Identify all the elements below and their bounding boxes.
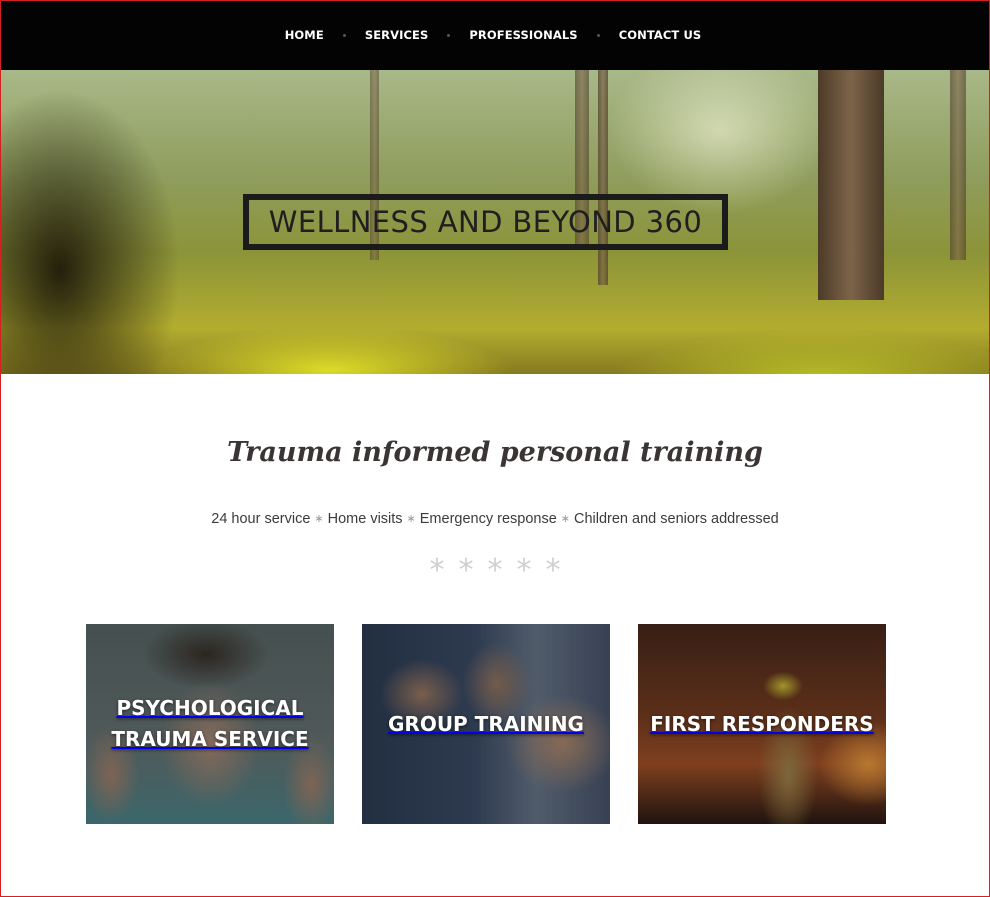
star-icon: * bbox=[429, 553, 445, 588]
hero-title-box: WELLNESS AND BEYOND 360 bbox=[243, 194, 728, 250]
service-card-psychological-trauma[interactable]: PSYCHOLOGICAL TRAUMA SERVICE bbox=[86, 624, 334, 824]
feature-item: Emergency response bbox=[419, 511, 557, 527]
nav-services[interactable]: SERVICES bbox=[365, 28, 429, 42]
feature-item: Children and seniors addressed bbox=[574, 511, 779, 527]
nav-professionals[interactable]: PROFESSIONALS bbox=[469, 28, 577, 42]
nav-home[interactable]: HOME bbox=[285, 28, 324, 42]
nav-separator-dot bbox=[447, 33, 451, 37]
star-icon: * bbox=[516, 553, 532, 588]
features-line: 24 hour service ∗ Home visits ∗ Emergency re… bbox=[0, 511, 990, 527]
star-icon: * bbox=[487, 553, 503, 588]
nav-menu: HOME SERVICES PROFESSIONALS CONTACT US bbox=[285, 28, 702, 42]
feature-item: 24 hour service bbox=[211, 511, 311, 527]
feature-separator: ∗ bbox=[406, 513, 416, 525]
feature-item: Home visits bbox=[327, 511, 403, 527]
card-title: GROUP TRAINING bbox=[388, 709, 584, 740]
site-title: WELLNESS AND BEYOND 360 bbox=[268, 205, 703, 239]
card-title-line: GROUP TRAINING bbox=[388, 711, 584, 736]
hero-image-tree bbox=[818, 70, 884, 300]
card-title-line: FIRST RESPONDERS bbox=[650, 711, 874, 736]
hero-image-tree bbox=[950, 70, 966, 260]
feature-separator: ∗ bbox=[560, 513, 570, 525]
nav-contact-us[interactable]: CONTACT US bbox=[619, 28, 702, 42]
hero-banner: WELLNESS AND BEYOND 360 bbox=[0, 70, 990, 374]
top-navigation: HOME SERVICES PROFESSIONALS CONTACT US bbox=[0, 0, 990, 70]
tagline: Trauma informed personal training bbox=[227, 437, 763, 468]
star-icon: * bbox=[545, 553, 561, 588]
nav-separator-dot bbox=[596, 33, 600, 37]
star-icon: * bbox=[458, 553, 474, 588]
hero-image-tree bbox=[598, 70, 608, 285]
service-card-first-responders[interactable]: FIRST RESPONDERS bbox=[638, 624, 886, 824]
service-card-group-training[interactable]: GROUP TRAINING bbox=[362, 624, 610, 824]
card-title-line: PSYCHOLOGICAL bbox=[116, 696, 304, 720]
card-title: PSYCHOLOGICAL TRAUMA SERVICE bbox=[111, 693, 308, 755]
nav-separator-dot bbox=[342, 33, 346, 37]
card-title-line: TRAUMA SERVICE bbox=[111, 727, 309, 751]
feature-separator: ∗ bbox=[314, 513, 324, 525]
card-title: FIRST RESPONDERS bbox=[650, 709, 873, 740]
star-divider: * * * * * bbox=[0, 556, 990, 586]
